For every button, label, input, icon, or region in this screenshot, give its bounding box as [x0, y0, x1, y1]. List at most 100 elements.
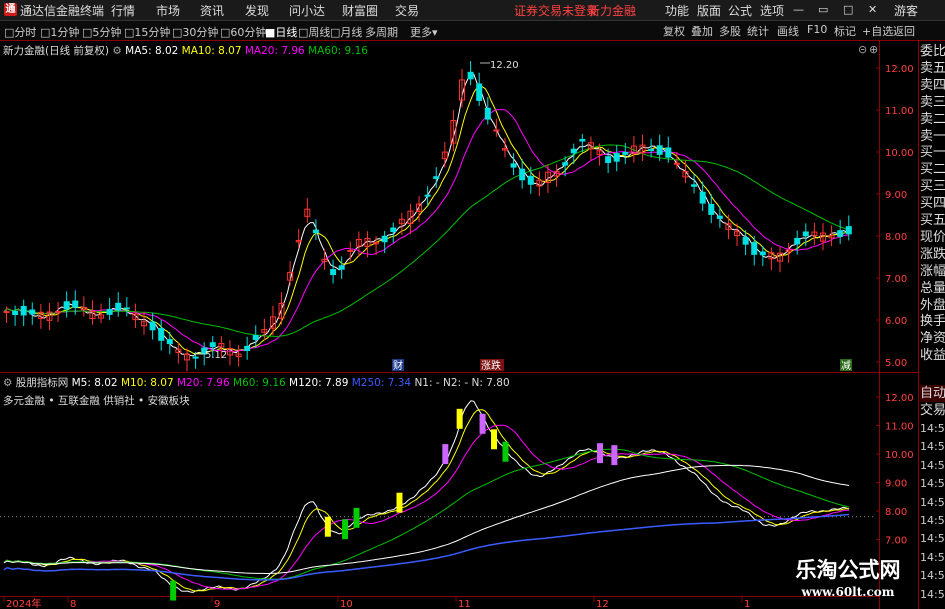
period-tab-intraday[interactable]: □分时 [4, 24, 36, 40]
candle-body [716, 215, 723, 219]
tab-square-icon: □ [4, 26, 15, 39]
adjust-button[interactable]: 复权 [663, 23, 685, 39]
multi-stock-button[interactable]: 多股 [719, 23, 741, 39]
period-tab-15min[interactable]: □15分钟 [124, 24, 170, 40]
date-axis-label: 8 [70, 599, 76, 609]
tab-square-icon: □ [298, 26, 309, 39]
settings-gear-icon[interactable]: ⚙ [112, 45, 121, 57]
candle-body [209, 342, 216, 348]
indicator-gear-icon[interactable]: ⚙ [3, 377, 12, 389]
auto-tab[interactable]: 自动 [920, 385, 945, 402]
candle-body [673, 162, 680, 165]
quote-field-label: 净资 [920, 331, 945, 347]
app-name: 通达信金融终端 [20, 4, 105, 18]
quote-field-label: 现价 [920, 229, 945, 245]
candle-body [613, 153, 620, 162]
candle-body [605, 156, 612, 163]
period-tab-label: 5分钟 [92, 26, 122, 39]
signal-bar [442, 444, 449, 465]
candle-body [3, 311, 10, 314]
watermark-title: 乐淘公式网 [795, 558, 901, 582]
candle-body [699, 191, 706, 204]
menu-options[interactable]: 选项 [760, 2, 784, 19]
chart-title: 新力金融(日线 前复权) [3, 45, 110, 57]
statistics-button[interactable]: 统计 [747, 23, 769, 39]
menu-wealth[interactable]: 财富圈 [342, 2, 378, 19]
maximize-icon[interactable]: □ [843, 3, 853, 16]
menu-news[interactable]: 资讯 [200, 2, 224, 19]
f10-button[interactable]: F10 [807, 23, 827, 36]
candle-body [665, 147, 672, 158]
period-tab-60min[interactable]: □60分钟 [220, 24, 266, 40]
period-tab-monthly[interactable]: □月线 [330, 24, 362, 40]
app-logo-icon: 通 [4, 3, 17, 16]
current-stock-name: 新力金融 [588, 4, 637, 18]
restore-icon[interactable]: ▭ [818, 3, 828, 16]
limit-marker[interactable]: 涨跌 [481, 359, 501, 372]
price-axis-label: 12.00 [885, 64, 914, 75]
back-button[interactable]: 返回 [893, 23, 915, 39]
period-tab-1min[interactable]: □1分钟 [40, 24, 79, 40]
menu-trade[interactable]: 交易 [395, 2, 419, 19]
date-axis-label: 11 [458, 599, 471, 609]
tick-time: 14:56 [920, 587, 945, 601]
zoom-in-icon[interactable]: ⊕ [869, 43, 878, 56]
high-price-label: 12.20 [490, 60, 519, 71]
candle-body [519, 168, 526, 181]
menu-layout[interactable]: 版面 [697, 2, 721, 19]
menu-market[interactable]: 市场 [156, 2, 180, 19]
candle-body [742, 237, 749, 245]
draw-line-button[interactable]: 画线 [777, 23, 799, 39]
period-tab-daily[interactable]: ■日线 [265, 24, 297, 40]
period-tab-weekly[interactable]: □周线 [298, 24, 330, 40]
candle-body [527, 175, 534, 185]
trade-tab[interactable]: 交易 [920, 402, 945, 419]
menu-discover[interactable]: 发现 [245, 2, 269, 19]
period-tab-label: 周线 [308, 26, 331, 39]
period-tab-30min[interactable]: □30分钟 [172, 24, 218, 40]
candle-body [72, 300, 79, 308]
m60-value: M60: 9.16 [233, 377, 286, 389]
close-icon[interactable]: ✕ [868, 3, 877, 16]
period-tab-5min[interactable]: □5分钟 [82, 24, 121, 40]
tab-square-icon: □ [124, 26, 135, 39]
quote-field-label: 涨幅 [920, 263, 945, 279]
price-axis-label: 7.00 [885, 274, 907, 285]
menu-quotes[interactable]: 行情 [111, 2, 135, 19]
candle-body [29, 309, 36, 315]
sub-legend: ⚙ 股朋指标网 M5: 8.02 M10: 8.07 M20: 7.96 M60… [3, 375, 510, 390]
reduce-marker[interactable]: 减 [841, 360, 851, 372]
candle-body [493, 129, 500, 132]
indicator-axis-label: 10.00 [885, 450, 914, 461]
period-tab-more[interactable]: 更多▾ [410, 24, 438, 40]
add-watchlist-button[interactable]: +自选 [862, 23, 893, 39]
login-notice[interactable]: 证券交易未登录 [514, 2, 598, 19]
period-toolbar: □分时 □1分钟 □5分钟 □15分钟 □30分钟 □60分钟 ■日线 □周线 … [0, 21, 945, 41]
quote-side-panel: 委比 卖五 卖四 卖三 卖二 卖一 买一 买二 买三 买四 买五 现价 涨跌 涨幅 总量 外盘 换手 净资 收益 自动… [918, 41, 945, 609]
minimize-icon[interactable]: — [793, 3, 804, 16]
zoom-out-icon[interactable]: ⊝ [858, 43, 867, 56]
finance-marker[interactable]: 财 [393, 359, 403, 372]
overlay-button[interactable]: 叠加 [691, 23, 713, 39]
candle-body [510, 163, 517, 168]
period-tab-multi[interactable]: 多周期 [365, 24, 398, 40]
indicator-title: 股朋指标网 [15, 377, 69, 389]
candle-body [484, 107, 491, 120]
price-axis-label: 10.00 [885, 148, 914, 159]
tick-time: 14:56 [920, 569, 945, 583]
candle-body [837, 230, 844, 237]
candle-body [192, 356, 199, 359]
guest-user[interactable]: 游客 [894, 2, 918, 19]
menu-formula[interactable]: 公式 [728, 2, 752, 19]
quote-field-label: 买一 [920, 145, 945, 161]
mark-button[interactable]: 标记 [834, 23, 856, 39]
menu-function[interactable]: 功能 [665, 2, 689, 19]
kline-chart[interactable]: 12.00 11.00 10.00 9.00 8.00 7.00 6.00 5.00 12.2… [0, 41, 918, 373]
low-price-label: 5.12 [205, 350, 227, 361]
m120-value: M120: 7.89 [289, 377, 349, 389]
indicator-axis-label: 7.00 [885, 536, 907, 547]
candle-body [149, 321, 156, 331]
tick-time: 14:56 [920, 422, 945, 435]
period-tab-label: 30分钟 [182, 26, 219, 39]
menu-assistant[interactable]: 问小达 [289, 2, 325, 19]
